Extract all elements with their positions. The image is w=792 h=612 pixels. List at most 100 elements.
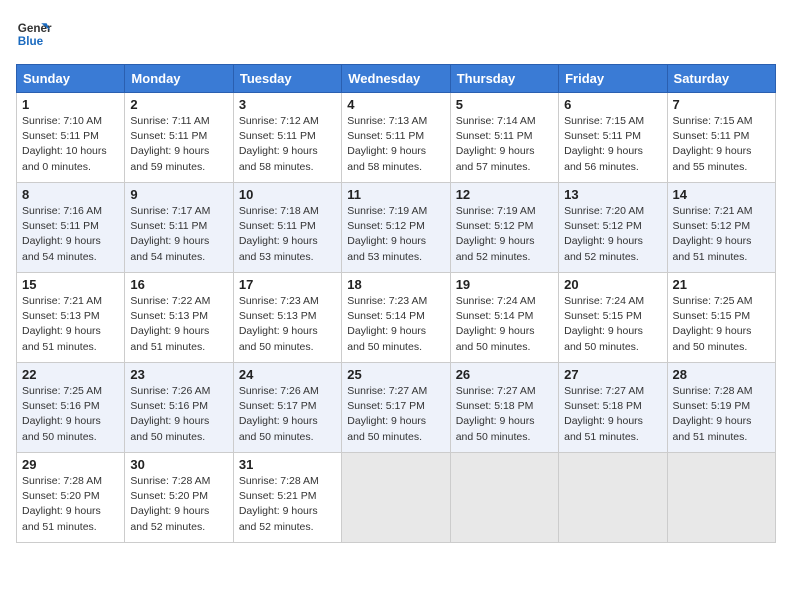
calendar-cell: 28 Sunrise: 7:28 AMSunset: 5:19 PMDaylig… bbox=[667, 363, 775, 453]
day-number: 11 bbox=[347, 187, 444, 202]
calendar-week-3: 15 Sunrise: 7:21 AMSunset: 5:13 PMDaylig… bbox=[17, 273, 776, 363]
calendar-cell: 19 Sunrise: 7:24 AMSunset: 5:14 PMDaylig… bbox=[450, 273, 558, 363]
day-info: Sunrise: 7:28 AMSunset: 5:19 PMDaylight:… bbox=[673, 384, 770, 445]
day-info: Sunrise: 7:21 AMSunset: 5:12 PMDaylight:… bbox=[673, 204, 770, 265]
day-number: 22 bbox=[22, 367, 119, 382]
calendar-cell: 3 Sunrise: 7:12 AMSunset: 5:11 PMDayligh… bbox=[233, 93, 341, 183]
day-number: 19 bbox=[456, 277, 553, 292]
day-number: 31 bbox=[239, 457, 336, 472]
calendar-cell: 2 Sunrise: 7:11 AMSunset: 5:11 PMDayligh… bbox=[125, 93, 233, 183]
day-number: 3 bbox=[239, 97, 336, 112]
day-info: Sunrise: 7:10 AMSunset: 5:11 PMDaylight:… bbox=[22, 114, 119, 175]
day-number: 16 bbox=[130, 277, 227, 292]
day-info: Sunrise: 7:12 AMSunset: 5:11 PMDaylight:… bbox=[239, 114, 336, 175]
weekday-header-saturday: Saturday bbox=[667, 65, 775, 93]
day-number: 5 bbox=[456, 97, 553, 112]
day-info: Sunrise: 7:11 AMSunset: 5:11 PMDaylight:… bbox=[130, 114, 227, 175]
calendar-week-1: 1 Sunrise: 7:10 AMSunset: 5:11 PMDayligh… bbox=[17, 93, 776, 183]
calendar-cell: 6 Sunrise: 7:15 AMSunset: 5:11 PMDayligh… bbox=[559, 93, 667, 183]
day-number: 29 bbox=[22, 457, 119, 472]
weekday-header-tuesday: Tuesday bbox=[233, 65, 341, 93]
weekday-header-monday: Monday bbox=[125, 65, 233, 93]
calendar-cell: 14 Sunrise: 7:21 AMSunset: 5:12 PMDaylig… bbox=[667, 183, 775, 273]
calendar-table: SundayMondayTuesdayWednesdayThursdayFrid… bbox=[16, 64, 776, 543]
day-number: 20 bbox=[564, 277, 661, 292]
calendar-cell: 13 Sunrise: 7:20 AMSunset: 5:12 PMDaylig… bbox=[559, 183, 667, 273]
day-info: Sunrise: 7:14 AMSunset: 5:11 PMDaylight:… bbox=[456, 114, 553, 175]
day-number: 9 bbox=[130, 187, 227, 202]
calendar-cell: 24 Sunrise: 7:26 AMSunset: 5:17 PMDaylig… bbox=[233, 363, 341, 453]
calendar-cell bbox=[450, 453, 558, 543]
calendar-header: SundayMondayTuesdayWednesdayThursdayFrid… bbox=[17, 65, 776, 93]
calendar-cell: 18 Sunrise: 7:23 AMSunset: 5:14 PMDaylig… bbox=[342, 273, 450, 363]
day-info: Sunrise: 7:28 AMSunset: 5:20 PMDaylight:… bbox=[130, 474, 227, 535]
day-number: 26 bbox=[456, 367, 553, 382]
calendar-cell: 16 Sunrise: 7:22 AMSunset: 5:13 PMDaylig… bbox=[125, 273, 233, 363]
day-number: 18 bbox=[347, 277, 444, 292]
day-number: 2 bbox=[130, 97, 227, 112]
day-number: 21 bbox=[673, 277, 770, 292]
day-info: Sunrise: 7:20 AMSunset: 5:12 PMDaylight:… bbox=[564, 204, 661, 265]
day-info: Sunrise: 7:25 AMSunset: 5:16 PMDaylight:… bbox=[22, 384, 119, 445]
day-number: 17 bbox=[239, 277, 336, 292]
calendar-cell bbox=[342, 453, 450, 543]
calendar-cell: 29 Sunrise: 7:28 AMSunset: 5:20 PMDaylig… bbox=[17, 453, 125, 543]
calendar-cell: 11 Sunrise: 7:19 AMSunset: 5:12 PMDaylig… bbox=[342, 183, 450, 273]
logo-icon: General Blue bbox=[16, 16, 52, 52]
page-header: General Blue bbox=[16, 16, 776, 52]
day-info: Sunrise: 7:21 AMSunset: 5:13 PMDaylight:… bbox=[22, 294, 119, 355]
day-number: 8 bbox=[22, 187, 119, 202]
logo: General Blue bbox=[16, 16, 52, 52]
day-info: Sunrise: 7:24 AMSunset: 5:15 PMDaylight:… bbox=[564, 294, 661, 355]
day-info: Sunrise: 7:27 AMSunset: 5:18 PMDaylight:… bbox=[456, 384, 553, 445]
calendar-week-2: 8 Sunrise: 7:16 AMSunset: 5:11 PMDayligh… bbox=[17, 183, 776, 273]
day-info: Sunrise: 7:16 AMSunset: 5:11 PMDaylight:… bbox=[22, 204, 119, 265]
calendar-cell: 5 Sunrise: 7:14 AMSunset: 5:11 PMDayligh… bbox=[450, 93, 558, 183]
calendar-week-4: 22 Sunrise: 7:25 AMSunset: 5:16 PMDaylig… bbox=[17, 363, 776, 453]
day-number: 12 bbox=[456, 187, 553, 202]
calendar-cell: 4 Sunrise: 7:13 AMSunset: 5:11 PMDayligh… bbox=[342, 93, 450, 183]
calendar-cell: 10 Sunrise: 7:18 AMSunset: 5:11 PMDaylig… bbox=[233, 183, 341, 273]
calendar-cell: 15 Sunrise: 7:21 AMSunset: 5:13 PMDaylig… bbox=[17, 273, 125, 363]
calendar-body: 1 Sunrise: 7:10 AMSunset: 5:11 PMDayligh… bbox=[17, 93, 776, 543]
calendar-cell: 22 Sunrise: 7:25 AMSunset: 5:16 PMDaylig… bbox=[17, 363, 125, 453]
day-info: Sunrise: 7:19 AMSunset: 5:12 PMDaylight:… bbox=[347, 204, 444, 265]
weekday-header-friday: Friday bbox=[559, 65, 667, 93]
calendar-cell: 1 Sunrise: 7:10 AMSunset: 5:11 PMDayligh… bbox=[17, 93, 125, 183]
day-number: 24 bbox=[239, 367, 336, 382]
day-info: Sunrise: 7:17 AMSunset: 5:11 PMDaylight:… bbox=[130, 204, 227, 265]
calendar-cell bbox=[559, 453, 667, 543]
day-info: Sunrise: 7:27 AMSunset: 5:17 PMDaylight:… bbox=[347, 384, 444, 445]
calendar-cell: 30 Sunrise: 7:28 AMSunset: 5:20 PMDaylig… bbox=[125, 453, 233, 543]
weekday-header-sunday: Sunday bbox=[17, 65, 125, 93]
weekday-header-wednesday: Wednesday bbox=[342, 65, 450, 93]
day-info: Sunrise: 7:13 AMSunset: 5:11 PMDaylight:… bbox=[347, 114, 444, 175]
calendar-cell: 31 Sunrise: 7:28 AMSunset: 5:21 PMDaylig… bbox=[233, 453, 341, 543]
day-number: 7 bbox=[673, 97, 770, 112]
calendar-cell: 9 Sunrise: 7:17 AMSunset: 5:11 PMDayligh… bbox=[125, 183, 233, 273]
calendar-cell: 23 Sunrise: 7:26 AMSunset: 5:16 PMDaylig… bbox=[125, 363, 233, 453]
day-number: 4 bbox=[347, 97, 444, 112]
day-number: 14 bbox=[673, 187, 770, 202]
day-number: 30 bbox=[130, 457, 227, 472]
day-number: 13 bbox=[564, 187, 661, 202]
weekday-header-thursday: Thursday bbox=[450, 65, 558, 93]
day-info: Sunrise: 7:23 AMSunset: 5:13 PMDaylight:… bbox=[239, 294, 336, 355]
day-number: 23 bbox=[130, 367, 227, 382]
day-info: Sunrise: 7:18 AMSunset: 5:11 PMDaylight:… bbox=[239, 204, 336, 265]
day-info: Sunrise: 7:15 AMSunset: 5:11 PMDaylight:… bbox=[564, 114, 661, 175]
day-info: Sunrise: 7:26 AMSunset: 5:17 PMDaylight:… bbox=[239, 384, 336, 445]
calendar-cell: 8 Sunrise: 7:16 AMSunset: 5:11 PMDayligh… bbox=[17, 183, 125, 273]
calendar-cell bbox=[667, 453, 775, 543]
calendar-cell: 20 Sunrise: 7:24 AMSunset: 5:15 PMDaylig… bbox=[559, 273, 667, 363]
day-number: 1 bbox=[22, 97, 119, 112]
calendar-cell: 27 Sunrise: 7:27 AMSunset: 5:18 PMDaylig… bbox=[559, 363, 667, 453]
calendar-cell: 21 Sunrise: 7:25 AMSunset: 5:15 PMDaylig… bbox=[667, 273, 775, 363]
calendar-cell: 26 Sunrise: 7:27 AMSunset: 5:18 PMDaylig… bbox=[450, 363, 558, 453]
day-info: Sunrise: 7:25 AMSunset: 5:15 PMDaylight:… bbox=[673, 294, 770, 355]
day-number: 10 bbox=[239, 187, 336, 202]
calendar-cell: 25 Sunrise: 7:27 AMSunset: 5:17 PMDaylig… bbox=[342, 363, 450, 453]
day-number: 6 bbox=[564, 97, 661, 112]
calendar-cell: 17 Sunrise: 7:23 AMSunset: 5:13 PMDaylig… bbox=[233, 273, 341, 363]
day-info: Sunrise: 7:23 AMSunset: 5:14 PMDaylight:… bbox=[347, 294, 444, 355]
